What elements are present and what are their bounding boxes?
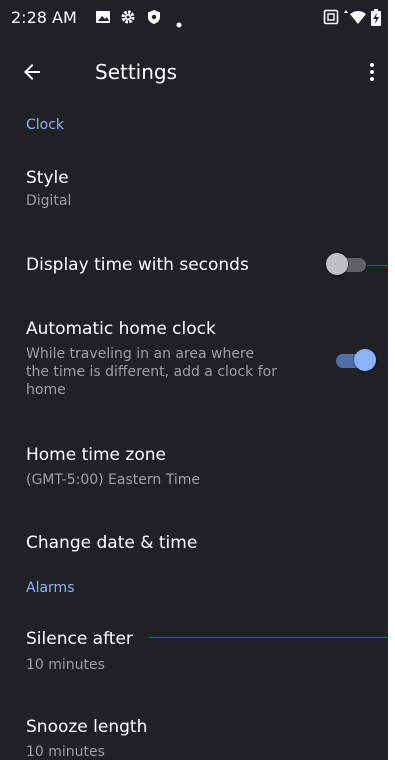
setting-silence-after-summary: 10 minutes bbox=[26, 657, 105, 673]
display-seconds-switch[interactable] bbox=[326, 252, 370, 276]
setting-home-time-zone-summary: (GMT-5:00) Eastern Time bbox=[26, 472, 200, 488]
screenshot-icon bbox=[323, 9, 339, 29]
shield-icon bbox=[146, 9, 162, 29]
settings-screen: 2:28 AM Settings Clock Style Digital Dis… bbox=[0, 0, 388, 760]
switch-thumb bbox=[354, 349, 376, 371]
annotation-line bbox=[367, 265, 388, 266]
setting-snooze-length-summary: 10 minutes bbox=[26, 744, 105, 760]
setting-display-seconds[interactable]: Display time with seconds bbox=[0, 236, 388, 296]
setting-change-date-time-title: Change date & time bbox=[26, 533, 198, 553]
section-header-alarms: Alarms bbox=[26, 580, 75, 596]
app-bar: Settings bbox=[0, 36, 388, 108]
more-vert-icon[interactable] bbox=[360, 60, 384, 84]
arrow-back-icon[interactable] bbox=[20, 60, 44, 84]
setting-display-seconds-title: Display time with seconds bbox=[26, 255, 249, 275]
setting-style-title: Style bbox=[26, 168, 69, 188]
setting-silence-after-title: Silence after bbox=[26, 629, 133, 649]
setting-silence-after[interactable]: Silence after 10 minutes bbox=[0, 612, 388, 682]
setting-home-time-zone[interactable]: Home time zone (GMT-5:00) Eastern Time bbox=[0, 426, 388, 496]
status-time: 2:28 AM bbox=[11, 8, 77, 27]
dot-icon bbox=[176, 13, 182, 32]
gear-icon bbox=[120, 9, 136, 29]
gallery-icon bbox=[95, 9, 111, 29]
setting-snooze-length[interactable]: Snooze length 10 minutes bbox=[0, 700, 388, 760]
setting-automatic-home-clock[interactable]: Automatic home clock While traveling in … bbox=[0, 306, 388, 414]
setting-automatic-home-clock-title: Automatic home clock bbox=[26, 319, 216, 339]
annotation-line bbox=[149, 637, 388, 638]
battery-icon bbox=[370, 9, 382, 31]
setting-automatic-home-clock-summary-line-1: While traveling in an area where bbox=[26, 346, 255, 362]
wifi-icon bbox=[343, 9, 367, 29]
setting-home-time-zone-title: Home time zone bbox=[26, 445, 166, 465]
status-bar: 2:28 AM bbox=[0, 0, 388, 36]
setting-style-summary: Digital bbox=[26, 193, 72, 209]
setting-change-date-time[interactable]: Change date & time bbox=[0, 516, 388, 568]
automatic-home-clock-switch[interactable] bbox=[332, 348, 376, 372]
section-header-clock: Clock bbox=[26, 117, 65, 133]
switch-thumb bbox=[326, 253, 348, 275]
page-title: Settings bbox=[95, 60, 178, 84]
setting-automatic-home-clock-summary-line-3: home bbox=[26, 382, 66, 398]
setting-automatic-home-clock-summary-line-2: the time is different, add a clock for bbox=[26, 364, 277, 380]
setting-snooze-length-title: Snooze length bbox=[26, 717, 148, 737]
setting-style[interactable]: Style Digital bbox=[0, 150, 388, 220]
